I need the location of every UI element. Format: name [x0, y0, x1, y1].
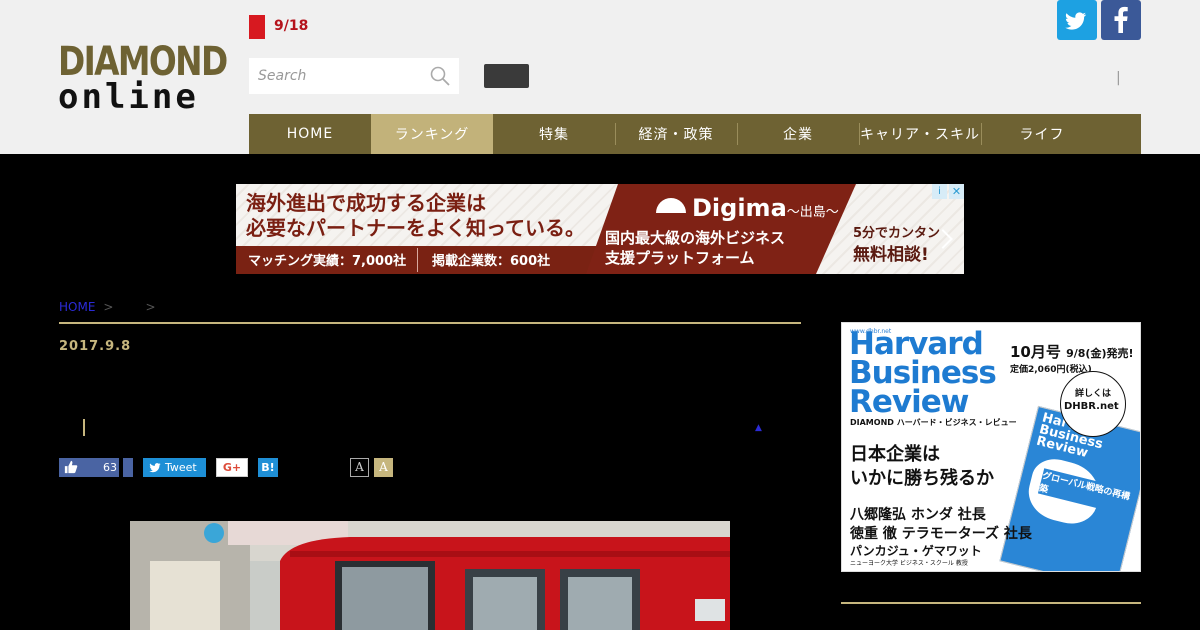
photo-red-van — [130, 521, 730, 630]
search-icon[interactable] — [429, 65, 451, 87]
ad-close-icon[interactable]: ✕ — [949, 184, 964, 199]
nav-home[interactable]: HOME — [249, 114, 371, 154]
banner-ad[interactable]: 海外進出で成功する企業は 必要なパートナーをよく知っている。 マッチング実績：7… — [236, 184, 964, 274]
content-divider — [59, 322, 801, 324]
facebook-like-button[interactable]: 63 — [59, 458, 119, 477]
ad-stat-divider — [417, 248, 418, 272]
ad-cta-2: 無料相談! — [853, 245, 929, 265]
ad-stat-2: 掲載企業数：600社 — [432, 254, 551, 269]
hbr-title-line-3: Review — [849, 384, 969, 420]
search-input[interactable]: Search — [249, 58, 459, 94]
nav-economy[interactable]: 経済・政策 — [615, 114, 737, 154]
font-size-small-button[interactable]: A — [350, 458, 369, 477]
facebook-icon — [1114, 6, 1128, 34]
nav-special[interactable]: 特集 — [493, 114, 615, 154]
google-plus-button[interactable]: G+ — [216, 458, 248, 477]
hbr-release: 9/8(金)発売! — [1066, 347, 1134, 360]
ad-desc-1: 国内最大級の海外ビジネス — [605, 229, 786, 247]
login-button[interactable] — [484, 64, 529, 88]
hbr-issue: 10月号 9/8(金)発売! — [1010, 341, 1134, 362]
hbr-issue-month: 10月号 — [1010, 343, 1061, 361]
nav-career[interactable]: キャリア・スキル — [859, 114, 981, 154]
like-count-tail — [123, 458, 133, 477]
hbr-person-2: 徳重 徹 テラモーターズ 社長 — [850, 526, 1032, 542]
hatena-bookmark-button[interactable]: B! — [258, 458, 278, 477]
breadcrumb-separator: > — [145, 300, 156, 314]
hbr-title: Harvard Business Review — [849, 329, 997, 420]
ad-headline-2: 必要なパートナーをよく知っている。 — [246, 216, 585, 240]
ad-headline-1: 海外進出で成功する企業は — [246, 191, 486, 215]
nav-company[interactable]: 企業 — [737, 114, 859, 154]
ad-brand-name: Digima — [692, 194, 787, 222]
breadcrumb-home[interactable]: HOME — [59, 300, 95, 314]
hbr-circle-text-2: DHBR.net — [1064, 401, 1119, 412]
facebook-button[interactable] — [1101, 0, 1141, 40]
breadcrumb-separator: > — [103, 300, 114, 314]
triangle-up-icon[interactable]: ▲ — [755, 423, 762, 433]
like-count: 63 — [103, 461, 117, 474]
font-size-large-button[interactable]: A — [374, 458, 393, 477]
hbr-lead-2: いかに勝ち残るか — [850, 468, 994, 489]
hbr-circle-text-1: 詳しくは — [1075, 389, 1112, 399]
hbr-lead-1: 日本企業は — [850, 444, 940, 465]
sidebar-ad-hbr[interactable]: www.dhbr.net Harvard Business Review 10月… — [841, 322, 1141, 572]
nav-life[interactable]: ライフ — [981, 114, 1103, 154]
tweet-button[interactable]: Tweet — [143, 458, 206, 477]
tweet-label: Tweet — [165, 461, 197, 474]
twitter-button[interactable] — [1057, 0, 1097, 40]
search-placeholder: Search — [258, 68, 307, 84]
breadcrumb: HOME > > — [59, 300, 180, 314]
logo-line-1: DIAMOND — [58, 39, 228, 85]
ad-stat-1: マッチング実績：7,000社 — [248, 254, 407, 269]
article-date: 2017.9.8 — [59, 339, 132, 354]
site-header: DIAMOND online 9/18 Search | HOME ランキング … — [0, 0, 1200, 154]
title-marker — [83, 419, 85, 436]
hbr-person-3: パンカジュ・ゲマワット — [850, 544, 982, 558]
sidebar-divider — [841, 602, 1141, 604]
ad-brand: Digima〜出島〜 — [692, 194, 839, 222]
nav-ranking[interactable]: ランキング — [371, 114, 493, 154]
date-marker — [249, 15, 265, 39]
ad-cta-1: 5分でカンタン — [853, 226, 941, 241]
twitter-bird-icon — [149, 463, 161, 473]
hbr-cover-image: Harvard Business Review グローバル戦略の再構築 — [999, 405, 1140, 571]
hbr-person-1: 八郷隆弘 ホンダ 社長 — [850, 507, 986, 523]
main-nav: HOME ランキング 特集 経済・政策 企業 キャリア・スキル ライフ — [249, 114, 1141, 154]
ad-brand-sub: 〜出島〜 — [786, 205, 839, 220]
thumbs-up-icon — [64, 460, 78, 474]
article-photo — [130, 521, 730, 630]
logo-line-2: online — [58, 77, 199, 117]
header-date: 9/18 — [274, 18, 309, 34]
twitter-icon — [1065, 12, 1087, 30]
adchoices-icon[interactable]: i — [932, 184, 947, 199]
site-logo[interactable]: DIAMOND online — [58, 39, 228, 117]
ad-desc-2: 支援プラットフォーム — [605, 249, 755, 267]
hbr-person-3-sub: ニューヨーク大学 ビジネス・スクール 教授 — [850, 560, 968, 567]
hbr-subtitle: DIAMOND ハーバード・ビジネス・レビュー — [850, 418, 1017, 427]
header-separator: | — [1116, 70, 1121, 86]
